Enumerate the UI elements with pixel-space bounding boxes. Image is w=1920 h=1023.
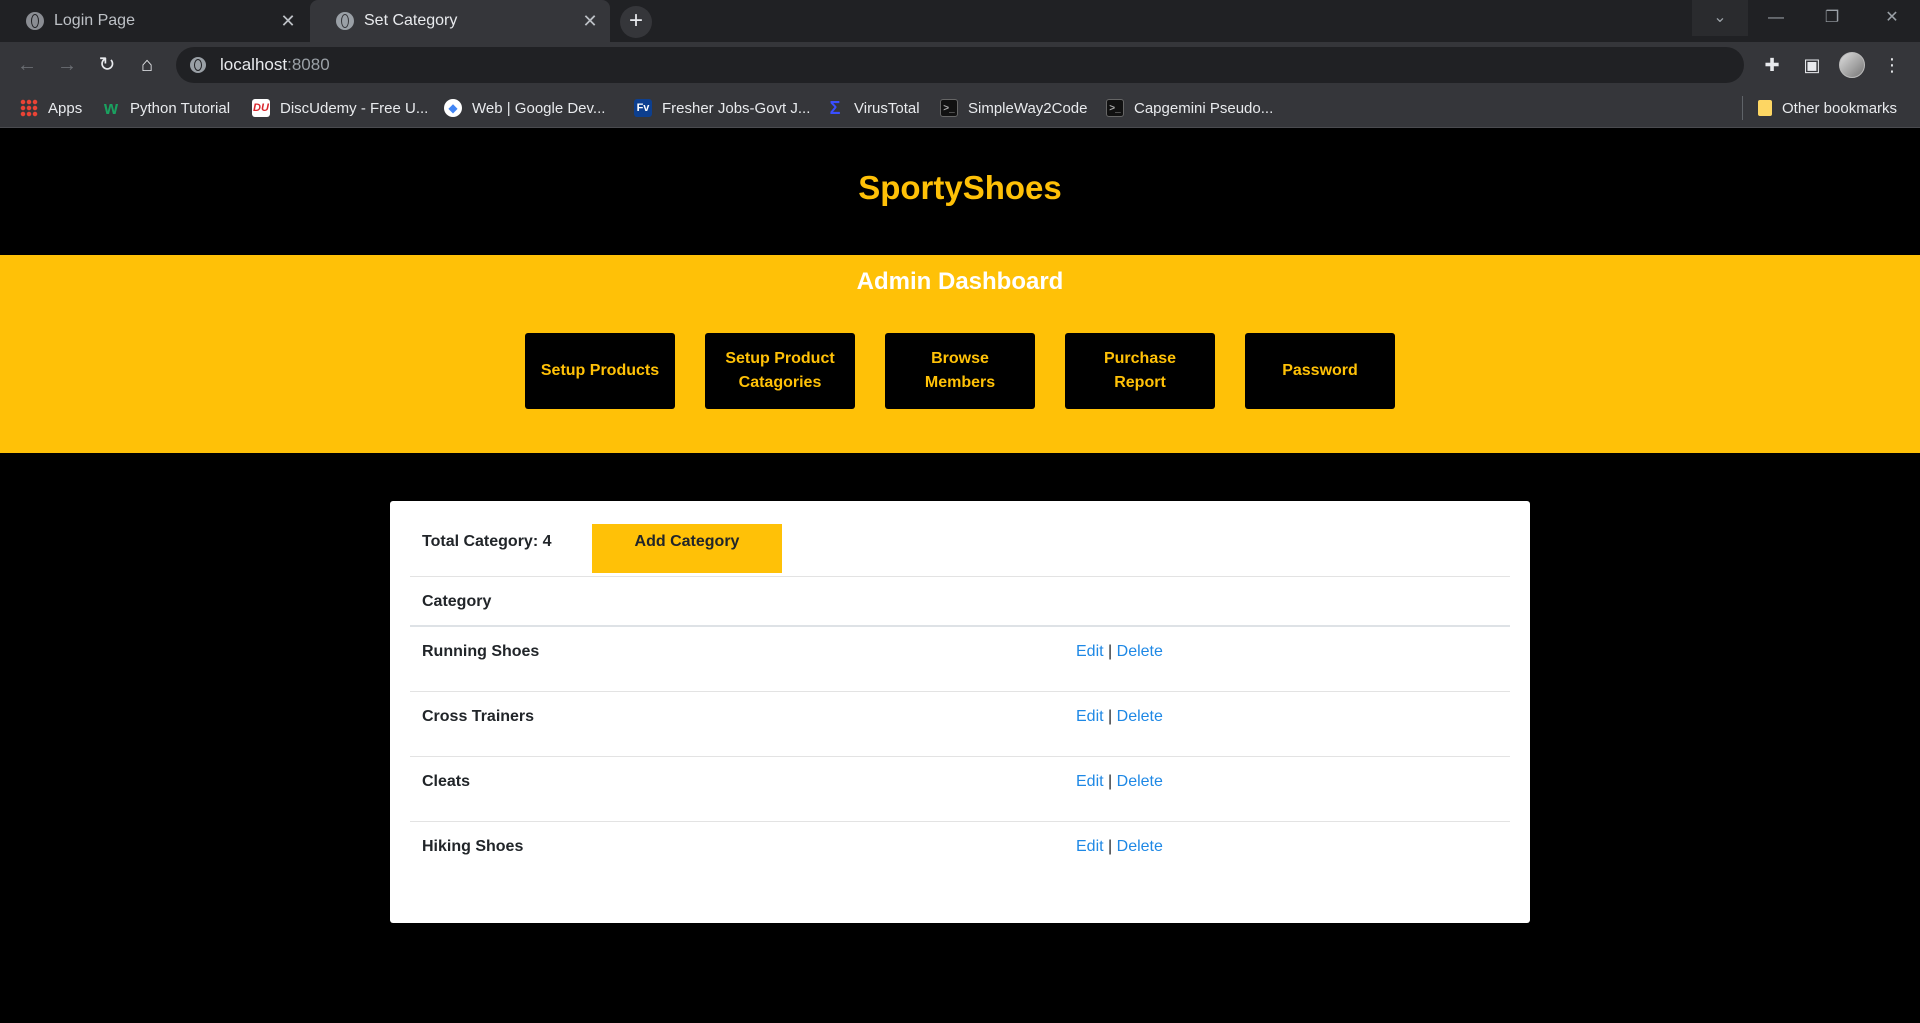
bookmarks-divider — [1742, 96, 1743, 120]
delete-link[interactable]: Delete — [1117, 643, 1163, 660]
bookmark-other-bookmarks[interactable]: Other bookmarks — [1758, 88, 1897, 128]
bookmark-python-tutorial[interactable]: w Python Tutorial — [102, 88, 230, 128]
table-row: Hiking Shoes Edit | Delete — [410, 822, 1510, 887]
edit-link[interactable]: Edit — [1076, 838, 1104, 855]
url-port: :8080 — [287, 55, 330, 74]
category-name: Cleats — [422, 773, 471, 790]
site-brand: SportyShoes — [858, 169, 1062, 206]
profile-avatar[interactable] — [1836, 49, 1868, 81]
category-name: Cross Trainers — [422, 708, 535, 725]
discudemy-favicon-icon: DU — [252, 99, 270, 117]
capgemini-favicon-icon: >_ — [1106, 99, 1124, 117]
browser-toolbar: ← → ↻ ⌂ localhost:8080 ✚ ▣ ⋮ — [0, 42, 1920, 88]
tab-title: Login Page — [54, 12, 135, 29]
simpleway2code-favicon-icon: >_ — [940, 99, 958, 117]
bookmark-apps[interactable]: Apps — [20, 88, 82, 128]
category-table-card: Total Category: 4 Add Category Category … — [390, 501, 1530, 923]
python-tutorial-favicon-icon: w — [103, 98, 118, 118]
row-actions: Edit | Delete — [1076, 643, 1163, 661]
bookmark-simpleway2code[interactable]: >_ SimpleWay2Code — [940, 88, 1088, 128]
restore-icon[interactable]: ❐ — [1804, 0, 1860, 36]
new-tab-button[interactable]: + — [620, 6, 652, 38]
edit-link[interactable]: Edit — [1076, 708, 1104, 725]
action-separator: | — [1108, 708, 1113, 725]
bookmark-label: Web | Google Dev... — [472, 99, 606, 117]
bookmark-capgemini[interactable]: >_ Capgemini Pseudo... — [1106, 88, 1273, 128]
virustotal-favicon-icon: Σ — [829, 98, 841, 118]
bookmark-label: Capgemini Pseudo... — [1134, 99, 1274, 117]
tab-title: Set Category — [364, 12, 458, 29]
bookmark-label: Apps — [48, 99, 83, 117]
extensions-puzzle-icon[interactable]: ✚ — [1756, 49, 1788, 81]
window-close-icon[interactable]: ✕ — [1864, 0, 1920, 36]
bookmark-label: DiscUdemy - Free U... — [280, 99, 429, 117]
action-separator: | — [1108, 643, 1113, 660]
folder-icon — [1758, 100, 1772, 116]
setup-products-button[interactable]: Setup Products — [525, 333, 675, 409]
bookmark-label: Other bookmarks — [1782, 99, 1898, 117]
edit-link[interactable]: Edit — [1076, 643, 1104, 660]
category-name: Hiking Shoes — [422, 838, 524, 855]
site-info-icon[interactable] — [190, 57, 206, 73]
globe-icon — [26, 12, 44, 30]
action-separator: | — [1108, 773, 1113, 790]
row-actions: Edit | Delete — [1076, 773, 1163, 791]
tab-login-page[interactable]: Login Page ✕ — [0, 0, 308, 42]
tab-set-category[interactable]: Set Category ✕ — [310, 0, 610, 42]
menu-kebab-icon[interactable]: ⋮ — [1876, 49, 1908, 81]
back-arrow-icon[interactable]: ← — [11, 49, 43, 81]
table-row: Cleats Edit | Delete — [410, 757, 1510, 822]
row-actions: Edit | Delete — [1076, 708, 1163, 726]
home-icon[interactable]: ⌂ — [131, 49, 163, 81]
column-header-category: Category — [422, 593, 492, 610]
bookmark-label: VirusTotal — [854, 99, 920, 117]
globe-icon — [336, 12, 354, 30]
fresher-jobs-favicon-icon: Fv — [634, 99, 652, 117]
password-button[interactable]: Password — [1245, 333, 1395, 409]
setup-product-categories-button[interactable]: Setup Product Catagories — [705, 333, 855, 409]
bookmark-label: SimpleWay2Code — [968, 99, 1088, 117]
purchase-report-button[interactable]: Purchase Report — [1065, 333, 1215, 409]
add-category-button[interactable]: Add Category — [592, 524, 782, 573]
table-row: Running Shoes Edit | Delete — [410, 627, 1510, 692]
delete-link[interactable]: Delete — [1117, 838, 1163, 855]
minimize-icon[interactable]: — — [1748, 0, 1804, 36]
category-name: Running Shoes — [422, 643, 540, 660]
bookmark-label: Fresher Jobs-Govt J... — [662, 99, 811, 117]
bookmark-discudemy[interactable]: DU DiscUdemy - Free U... — [252, 88, 428, 128]
page-content: SportyShoes Admin Dashboard Setup Produc… — [0, 129, 1920, 1023]
tab-search-chevron-icon[interactable]: ⌄ — [1692, 0, 1748, 36]
address-bar[interactable]: localhost:8080 — [176, 47, 1744, 83]
url-host: localhost — [220, 55, 288, 74]
row-actions: Edit | Delete — [1076, 838, 1163, 856]
apps-grid-icon — [20, 99, 38, 117]
table-toolbar-row: Total Category: 4 Add Category — [410, 501, 1510, 577]
dashboard-title: Admin Dashboard — [856, 268, 1064, 295]
browser-tab-strip: Login Page ✕ Set Category ✕ + ⌄ — ❐ ✕ — [0, 0, 1920, 42]
bookmark-google-dev[interactable]: ◆ Web | Google Dev... — [444, 88, 605, 128]
google-dev-favicon-icon: ◆ — [444, 99, 462, 117]
close-icon[interactable]: ✕ — [580, 11, 600, 31]
bookmarks-bar: Apps w Python Tutorial DU DiscUdemy - Fr… — [0, 88, 1920, 128]
delete-link[interactable]: Delete — [1117, 773, 1163, 790]
admin-dashboard-panel: Admin Dashboard Setup Products Setup Pro… — [0, 255, 1920, 453]
bookmark-virustotal[interactable]: Σ VirusTotal — [826, 88, 920, 128]
forward-arrow-icon[interactable]: → — [51, 49, 83, 81]
side-panel-icon[interactable]: ▣ — [1796, 49, 1828, 81]
edit-link[interactable]: Edit — [1076, 773, 1104, 790]
table-header-row: Category — [410, 577, 1510, 627]
bookmark-fresher-jobs[interactable]: Fv Fresher Jobs-Govt J... — [634, 88, 810, 128]
bookmark-label: Python Tutorial — [130, 99, 231, 117]
delete-link[interactable]: Delete — [1117, 708, 1163, 725]
table-row: Cross Trainers Edit | Delete — [410, 692, 1510, 757]
total-category-count: Total Category: 4 — [422, 533, 552, 550]
close-icon[interactable]: ✕ — [278, 11, 298, 31]
reload-icon[interactable]: ↻ — [91, 49, 123, 81]
browse-members-button[interactable]: Browse Members — [885, 333, 1035, 409]
action-separator: | — [1108, 838, 1113, 855]
